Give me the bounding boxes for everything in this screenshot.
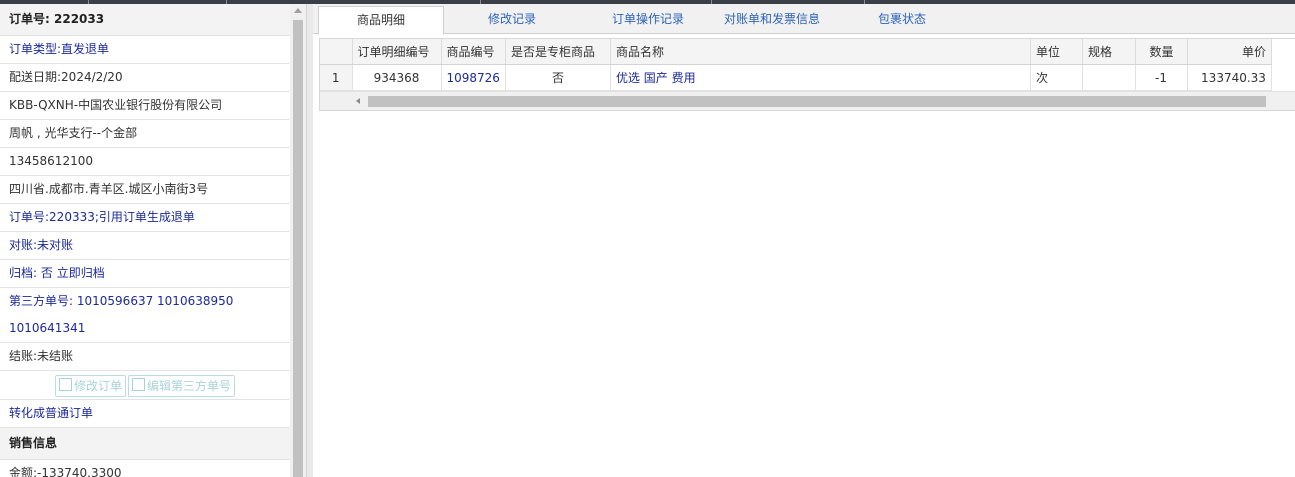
column-header[interactable]: 商品名称 bbox=[610, 39, 1031, 65]
third-party-line2: 1010641341 bbox=[0, 315, 290, 343]
column-header[interactable]: 数量 bbox=[1135, 39, 1188, 65]
product-table: 订单明细编号 商品编号 是否是专柜商品 商品名称 单位 规格 数量 单价 1 9… bbox=[320, 39, 1272, 91]
reference-order[interactable]: 订单号:220333;引用订单生成退单 bbox=[0, 204, 290, 232]
column-header[interactable]: 是否是专柜商品 bbox=[505, 39, 611, 65]
action-buttons: 修改订单 编辑第三方单号 bbox=[0, 371, 290, 400]
tab-statement-invoice[interactable]: 对账单和发票信息 bbox=[713, 6, 831, 33]
cell-product-name[interactable]: 优选 国产 费用 bbox=[610, 64, 1031, 91]
tab-package-status[interactable]: 包裹状态 bbox=[853, 6, 951, 33]
product-grid: 订单明细编号 商品编号 是否是专柜商品 商品名称 单位 规格 数量 单价 1 9… bbox=[319, 38, 1295, 111]
table-header-row: 订单明细编号 商品编号 是否是专柜商品 商品名称 单位 规格 数量 单价 bbox=[320, 39, 1272, 65]
column-header[interactable]: 单价 bbox=[1187, 39, 1272, 65]
settlement-status: 结账:未结账 bbox=[0, 343, 290, 371]
delivery-date: 配送日期:2024/2/20 bbox=[0, 64, 290, 92]
phone-number: 13458612100 bbox=[0, 148, 290, 176]
scroll-up-arrow-icon[interactable] bbox=[294, 8, 302, 13]
horizontal-scrollbar[interactable] bbox=[320, 91, 1295, 110]
tab-modification-log[interactable]: 修改记录 bbox=[453, 6, 571, 33]
order-number-value: 222033 bbox=[54, 12, 105, 26]
contact-info: 周帆 , 光华支行--个金部 bbox=[0, 120, 290, 148]
cell-detail-no: 934368 bbox=[352, 64, 442, 91]
reconcile-status: 对账:未对账 bbox=[0, 232, 290, 260]
cell-product-no-link[interactable]: 1098726 bbox=[441, 64, 506, 91]
edit-icon bbox=[58, 377, 72, 391]
edit-order-button[interactable]: 修改订单 bbox=[54, 374, 126, 397]
third-party-numbers: 第三方单号: 1010596637 1010638950 bbox=[0, 288, 290, 315]
cell-unit-price: 133740.33 bbox=[1187, 64, 1272, 91]
third-party-line1: 1010596637 1010638950 bbox=[76, 294, 234, 308]
table-row[interactable]: 1 934368 1098726 否 优选 国产 费用 次 -1 133740.… bbox=[320, 64, 1272, 91]
order-number-label: 订单号: bbox=[9, 12, 50, 26]
archive-now-link[interactable]: 立即归档 bbox=[57, 266, 105, 280]
third-party-label: 第三方单号: bbox=[9, 294, 74, 308]
edit-order-label: 修改订单 bbox=[73, 378, 122, 393]
column-header[interactable]: 单位 bbox=[1030, 39, 1083, 65]
tab-order-operation-log[interactable]: 订单操作记录 bbox=[579, 6, 717, 33]
horizontal-scrollbar-thumb[interactable] bbox=[368, 96, 1266, 107]
cell-quantity: -1 bbox=[1135, 64, 1188, 91]
column-header[interactable]: 商品编号 bbox=[441, 39, 506, 65]
column-header[interactable]: 规格 bbox=[1082, 39, 1136, 65]
sales-info-header: 销售信息 bbox=[0, 428, 290, 460]
edit-icon bbox=[132, 377, 145, 391]
cell-unit: 次 bbox=[1030, 64, 1083, 91]
edit-third-party-button[interactable]: 编辑第三方单号 bbox=[128, 374, 236, 397]
scrollbar-thumb[interactable] bbox=[293, 20, 303, 477]
cell-spec bbox=[1082, 64, 1136, 91]
order-info-panel: 订单号: 222033 订单类型:直发退单 配送日期:2024/2/20 KBB… bbox=[0, 4, 290, 477]
archive-status: 归档: 否 立即归档 bbox=[0, 260, 290, 288]
order-type: 订单类型:直发退单 bbox=[0, 36, 290, 64]
edit-third-party-label: 编辑第三方单号 bbox=[147, 378, 232, 393]
tab-bar: 商品明细 修改记录 订单操作记录 对账单和发票信息 包裹状态 bbox=[313, 4, 1295, 35]
customer-name: KBB-QXNH-中国农业银行股份有限公司 bbox=[0, 92, 290, 120]
amount: 金额:-133740.3300 bbox=[9, 466, 122, 477]
archive-label: 归档: bbox=[9, 266, 38, 280]
detail-area: 商品明细 修改记录 订单操作记录 对账单和发票信息 包裹状态 订单明细编号 商品… bbox=[313, 4, 1295, 477]
tab-product-details[interactable]: 商品明细 bbox=[318, 6, 444, 35]
order-number-header: 订单号: 222033 bbox=[0, 4, 290, 36]
scroll-left-arrow-icon[interactable] bbox=[356, 98, 360, 104]
left-panel-scrollbar[interactable] bbox=[290, 4, 306, 477]
column-header[interactable]: 订单明细编号 bbox=[352, 39, 442, 65]
cell-counter-product: 否 bbox=[505, 64, 611, 91]
column-header-index bbox=[320, 39, 353, 65]
archive-value: 否 bbox=[40, 266, 53, 280]
delivery-address: 四川省.成都市.青羊区.城区小南街3号 bbox=[0, 176, 290, 204]
convert-to-normal-order-link[interactable]: 转化成普通订单 bbox=[0, 400, 290, 428]
row-index: 1 bbox=[320, 64, 353, 91]
